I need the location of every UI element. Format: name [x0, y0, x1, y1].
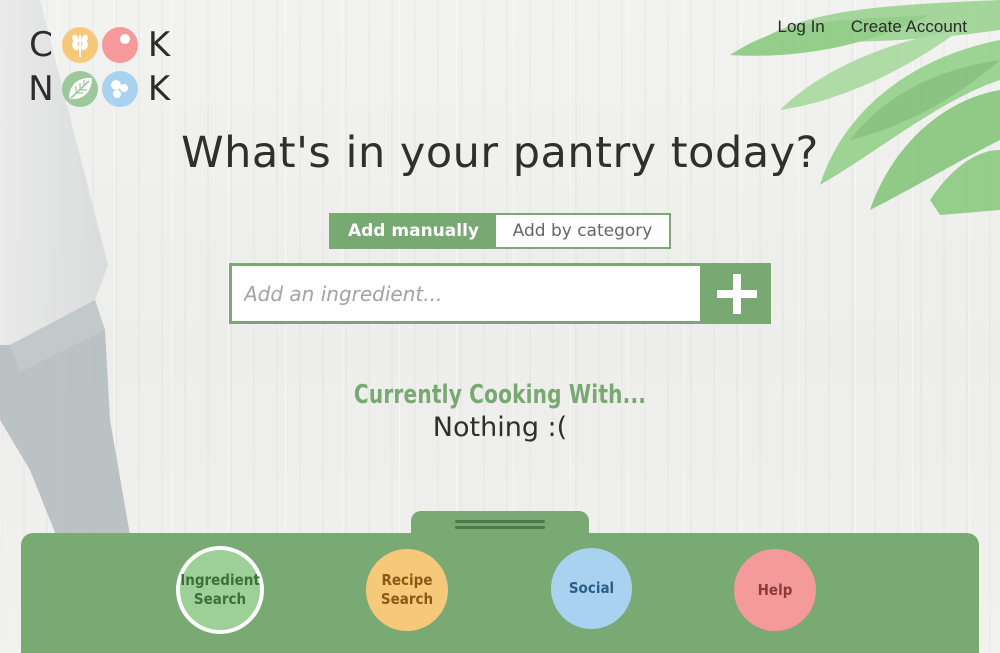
cooknook-logo[interactable]: C K N K	[22, 25, 182, 110]
add-by-category-tab[interactable]: Add by category	[496, 215, 669, 247]
ingredient-search-button[interactable]: Ingredient Search	[176, 546, 264, 634]
social-button[interactable]: Social	[551, 548, 632, 629]
currently-cooking-heading: Currently Cooking With...	[353, 380, 647, 410]
social-label: Social	[568, 579, 615, 597]
logo-letter: N	[28, 69, 54, 109]
leaf-icon	[62, 71, 98, 107]
wheat-icon	[62, 27, 98, 63]
top-nav: Log In Create Account	[777, 17, 967, 37]
recipe-search-label: Recipe	[381, 571, 433, 589]
logo-letter: K	[147, 25, 171, 65]
ingredient-form	[229, 263, 771, 324]
bottom-nav-drawer	[21, 533, 979, 653]
login-link[interactable]: Log In	[777, 17, 824, 37]
ingredient-input[interactable]	[229, 263, 703, 324]
add-ingredient-button[interactable]	[703, 263, 771, 324]
help-label: Help	[757, 580, 793, 599]
logo-row-top: C K	[22, 25, 178, 65]
logo-letter: K	[147, 69, 171, 109]
page-title: What's in your pantry today?	[181, 128, 819, 178]
create-account-link[interactable]: Create Account	[851, 17, 967, 37]
add-manually-tab[interactable]: Add manually	[331, 215, 496, 247]
currently-cooking-status: Nothing :(	[432, 412, 568, 443]
tomato-icon	[102, 27, 138, 63]
help-button[interactable]: Help	[734, 549, 816, 631]
plus-icon	[717, 273, 757, 314]
drag-handle-line	[455, 520, 545, 523]
ingredient-search-label: Ingredient	[180, 571, 260, 589]
add-mode-toggle: Add manually Add by category	[329, 213, 671, 249]
logo-row-bottom: N K	[22, 69, 178, 109]
recipe-search-label: Search	[380, 590, 434, 608]
recipe-search-button[interactable]: Recipe Search	[366, 549, 448, 631]
water-drops-icon	[102, 71, 138, 107]
ingredient-search-label: Search	[193, 590, 247, 608]
drag-handle-line	[455, 526, 545, 529]
logo-letter: C	[29, 25, 53, 65]
